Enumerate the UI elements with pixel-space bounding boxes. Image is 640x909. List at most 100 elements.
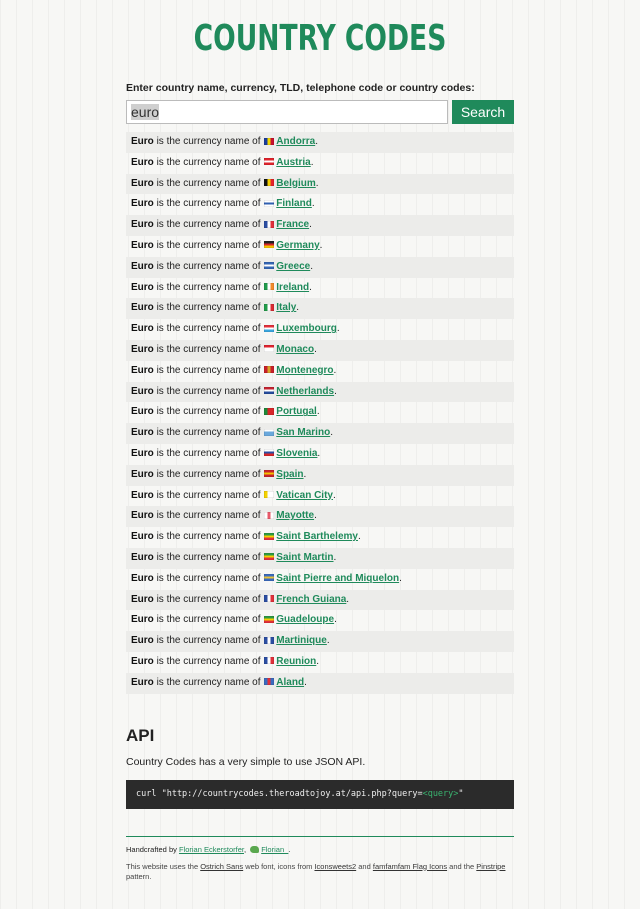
search-button[interactable]: Search [452, 100, 514, 124]
currency-name: Euro [131, 302, 154, 314]
famfamfam-link[interactable]: famfamfam Flag Icons [373, 862, 447, 871]
result-phrase: is the currency name of [156, 177, 261, 189]
country-link[interactable]: Luxembourg [276, 323, 337, 334]
country-link[interactable]: Germany [276, 240, 319, 251]
country-flag-icon [264, 345, 275, 353]
country-link[interactable]: Mayotte [276, 510, 314, 521]
result-row: Euro is the currency name of Finland. [131, 198, 315, 210]
site-logo-title[interactable]: COUNTRY CODES [161, 18, 479, 60]
pinstripe-link[interactable]: Pinstripe [476, 862, 505, 871]
iconsweets-link[interactable]: Iconsweets2 [314, 862, 356, 871]
result-row: Euro is the currency name of Portugal. [131, 406, 320, 418]
currency-name: Euro [131, 635, 154, 647]
result-phrase: is the currency name of [156, 614, 261, 626]
country-link[interactable]: Guadeloupe [276, 614, 334, 625]
country-flag-icon [264, 428, 275, 436]
country-link[interactable]: Portugal [276, 406, 317, 417]
currency-name: Euro [131, 572, 154, 584]
country-link[interactable]: Slovenia [276, 448, 317, 459]
result-row: Euro is the currency name of French Guia… [126, 589, 514, 611]
footer-divider [126, 835, 514, 837]
result-row: Euro is the currency name of Reunion. [131, 655, 320, 667]
currency-name: Euro [131, 406, 154, 418]
country-flag-icon [264, 303, 275, 311]
result-phrase: is the currency name of [156, 468, 261, 480]
country-link[interactable]: Finland [276, 198, 312, 209]
result-row: Euro is the currency name of Germany. [131, 239, 323, 251]
currency-name: Euro [131, 198, 154, 210]
result-phrase: is the currency name of [156, 551, 261, 563]
result-phrase: is the currency name of [156, 676, 261, 688]
country-flag-icon [264, 574, 275, 582]
ostrich-sans-link[interactable]: Ostrich Sans [200, 862, 243, 871]
result-row: Euro is the currency name of Saint Marti… [126, 547, 514, 569]
currency-name: Euro [131, 531, 154, 543]
result-phrase: is the currency name of [156, 531, 261, 543]
country-link[interactable]: Martinique [276, 635, 327, 646]
result-row: Euro is the currency name of Martinique. [126, 631, 514, 652]
country-flag-icon [264, 532, 275, 540]
country-flag-icon [264, 678, 275, 686]
result-phrase: is the currency name of [156, 510, 261, 522]
country-link[interactable]: Italy [276, 302, 296, 313]
country-flag-icon [264, 511, 275, 519]
twitter-link[interactable]: Florian_ [261, 845, 288, 854]
country-flag-icon [264, 199, 275, 207]
code-suffix: " [458, 788, 464, 799]
comma-text: , [244, 844, 247, 854]
country-link[interactable]: Spain [276, 469, 303, 480]
currency-name: Euro [131, 343, 154, 355]
country-flag-icon [264, 179, 275, 187]
result-phrase: is the currency name of [156, 655, 261, 667]
country-flag-icon [264, 407, 275, 415]
code-placeholder: <query> [422, 788, 459, 799]
handcrafted-text: Handcrafted by [126, 844, 177, 854]
country-link[interactable]: San Marino [276, 427, 330, 438]
country-link[interactable]: Belgium [276, 178, 315, 189]
country-link[interactable]: Austria [276, 157, 310, 168]
country-link[interactable]: Saint Barthelemy [276, 531, 358, 542]
country-flag-icon [264, 387, 275, 395]
currency-name: Euro [131, 468, 154, 480]
search-input[interactable]: euro [126, 100, 448, 124]
country-link[interactable]: Aland [276, 677, 304, 688]
result-row: Euro is the currency name of Belgium. [126, 173, 514, 195]
attribution-and-2: and the [449, 861, 475, 871]
currency-name: Euro [131, 614, 154, 626]
country-link[interactable]: Andorra [276, 136, 315, 147]
country-link[interactable]: Saint Martin [276, 552, 333, 563]
country-link[interactable]: Netherlands [276, 386, 334, 397]
country-link[interactable]: France [276, 219, 309, 230]
result-phrase: is the currency name of [156, 385, 261, 397]
page: COUNTRY CODES Enter country name, curren… [126, 18, 514, 882]
country-link[interactable]: Reunion [276, 656, 316, 667]
country-link[interactable]: Greece [276, 261, 310, 272]
result-row: Euro is the currency name of Mayotte. [126, 506, 514, 528]
country-link[interactable]: Monaco [276, 344, 314, 355]
footer-credits: Handcrafted by Florian Eckerstorfer, Flo… [126, 845, 514, 854]
currency-name: Euro [131, 427, 154, 439]
result-phrase: is the currency name of [156, 343, 261, 355]
result-row: Euro is the currency name of Aland. [126, 672, 514, 694]
result-phrase: is the currency name of [156, 323, 261, 335]
country-flag-icon [264, 324, 275, 332]
result-row: Euro is the currency name of San Marino. [126, 423, 514, 444]
country-flag-icon [264, 449, 275, 457]
author-link[interactable]: Florian Eckerstorfer [179, 845, 244, 854]
currency-name: Euro [131, 219, 154, 231]
country-link[interactable]: Montenegro [276, 365, 333, 376]
country-flag-icon [264, 636, 275, 644]
result-phrase: is the currency name of [156, 219, 261, 231]
result-row: Euro is the currency name of Luxembourg. [131, 323, 340, 335]
country-link[interactable]: Ireland [276, 282, 309, 293]
country-flag-icon [264, 553, 275, 561]
country-link[interactable]: French Guiana [276, 594, 346, 605]
currency-name: Euro [131, 323, 154, 335]
result-row: Euro is the currency name of Vatican Cit… [131, 489, 336, 501]
country-link[interactable]: Saint Pierre and Miquelon [276, 573, 399, 584]
result-phrase: is the currency name of [156, 427, 261, 439]
country-flag-icon [264, 470, 275, 478]
result-phrase: is the currency name of [156, 260, 261, 272]
country-link[interactable]: Vatican City [276, 490, 333, 501]
result-phrase: is the currency name of [156, 406, 261, 418]
